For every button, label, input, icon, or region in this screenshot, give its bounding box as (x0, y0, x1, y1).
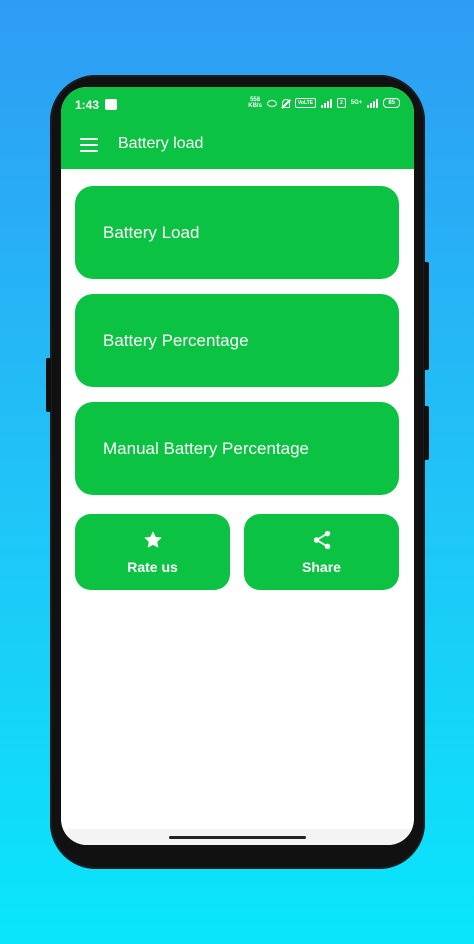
star-icon (143, 531, 162, 548)
app-bar: Battery load (61, 121, 414, 169)
manual-battery-percentage-label: Manual Battery Percentage (103, 438, 310, 458)
rate-us-button[interactable]: Rate us (75, 514, 230, 590)
signal-icon-1 (321, 98, 333, 108)
volte-icon: VoLTE (294, 98, 317, 108)
battery-icon: 85 (383, 98, 400, 108)
phone-side-button-left (46, 358, 51, 412)
hotspot-icon (266, 99, 277, 107)
share-button[interactable]: Share (244, 514, 399, 590)
share-label: Share (302, 559, 341, 575)
app-title: Battery load (118, 135, 204, 152)
status-icons: 558 KB/s VoLTE 2 5G+ 85 (248, 97, 400, 109)
phone-volume-button (424, 262, 429, 370)
sim-indicator-icon: 2 (337, 98, 346, 108)
status-time: 1:43 (75, 98, 100, 112)
phone-power-button (424, 406, 429, 460)
manual-battery-percentage-button[interactable]: Manual Battery Percentage (75, 402, 399, 495)
hamburger-menu-icon[interactable] (80, 138, 98, 152)
network-type: 5G+ (350, 100, 363, 106)
phone-screen: 1:43 558 KB/s VoLTE 2 5G+ 85 Battery loa… (61, 87, 414, 845)
mute-bell-icon (281, 98, 290, 108)
battery-load-label: Battery Load (103, 222, 200, 242)
status-bar: 1:43 558 KB/s VoLTE 2 5G+ 85 (61, 87, 414, 121)
signal-icon-2 (367, 98, 379, 108)
battery-percentage-button[interactable]: Battery Percentage (75, 294, 399, 387)
share-icon (313, 530, 330, 550)
rate-us-label: Rate us (127, 559, 178, 575)
battery-percentage-label: Battery Percentage (103, 330, 249, 350)
battery-load-button[interactable]: Battery Load (75, 186, 399, 279)
notification-app-icon (105, 99, 117, 110)
home-indicator[interactable] (169, 836, 306, 839)
network-speed: 558 KB/s (248, 97, 262, 109)
